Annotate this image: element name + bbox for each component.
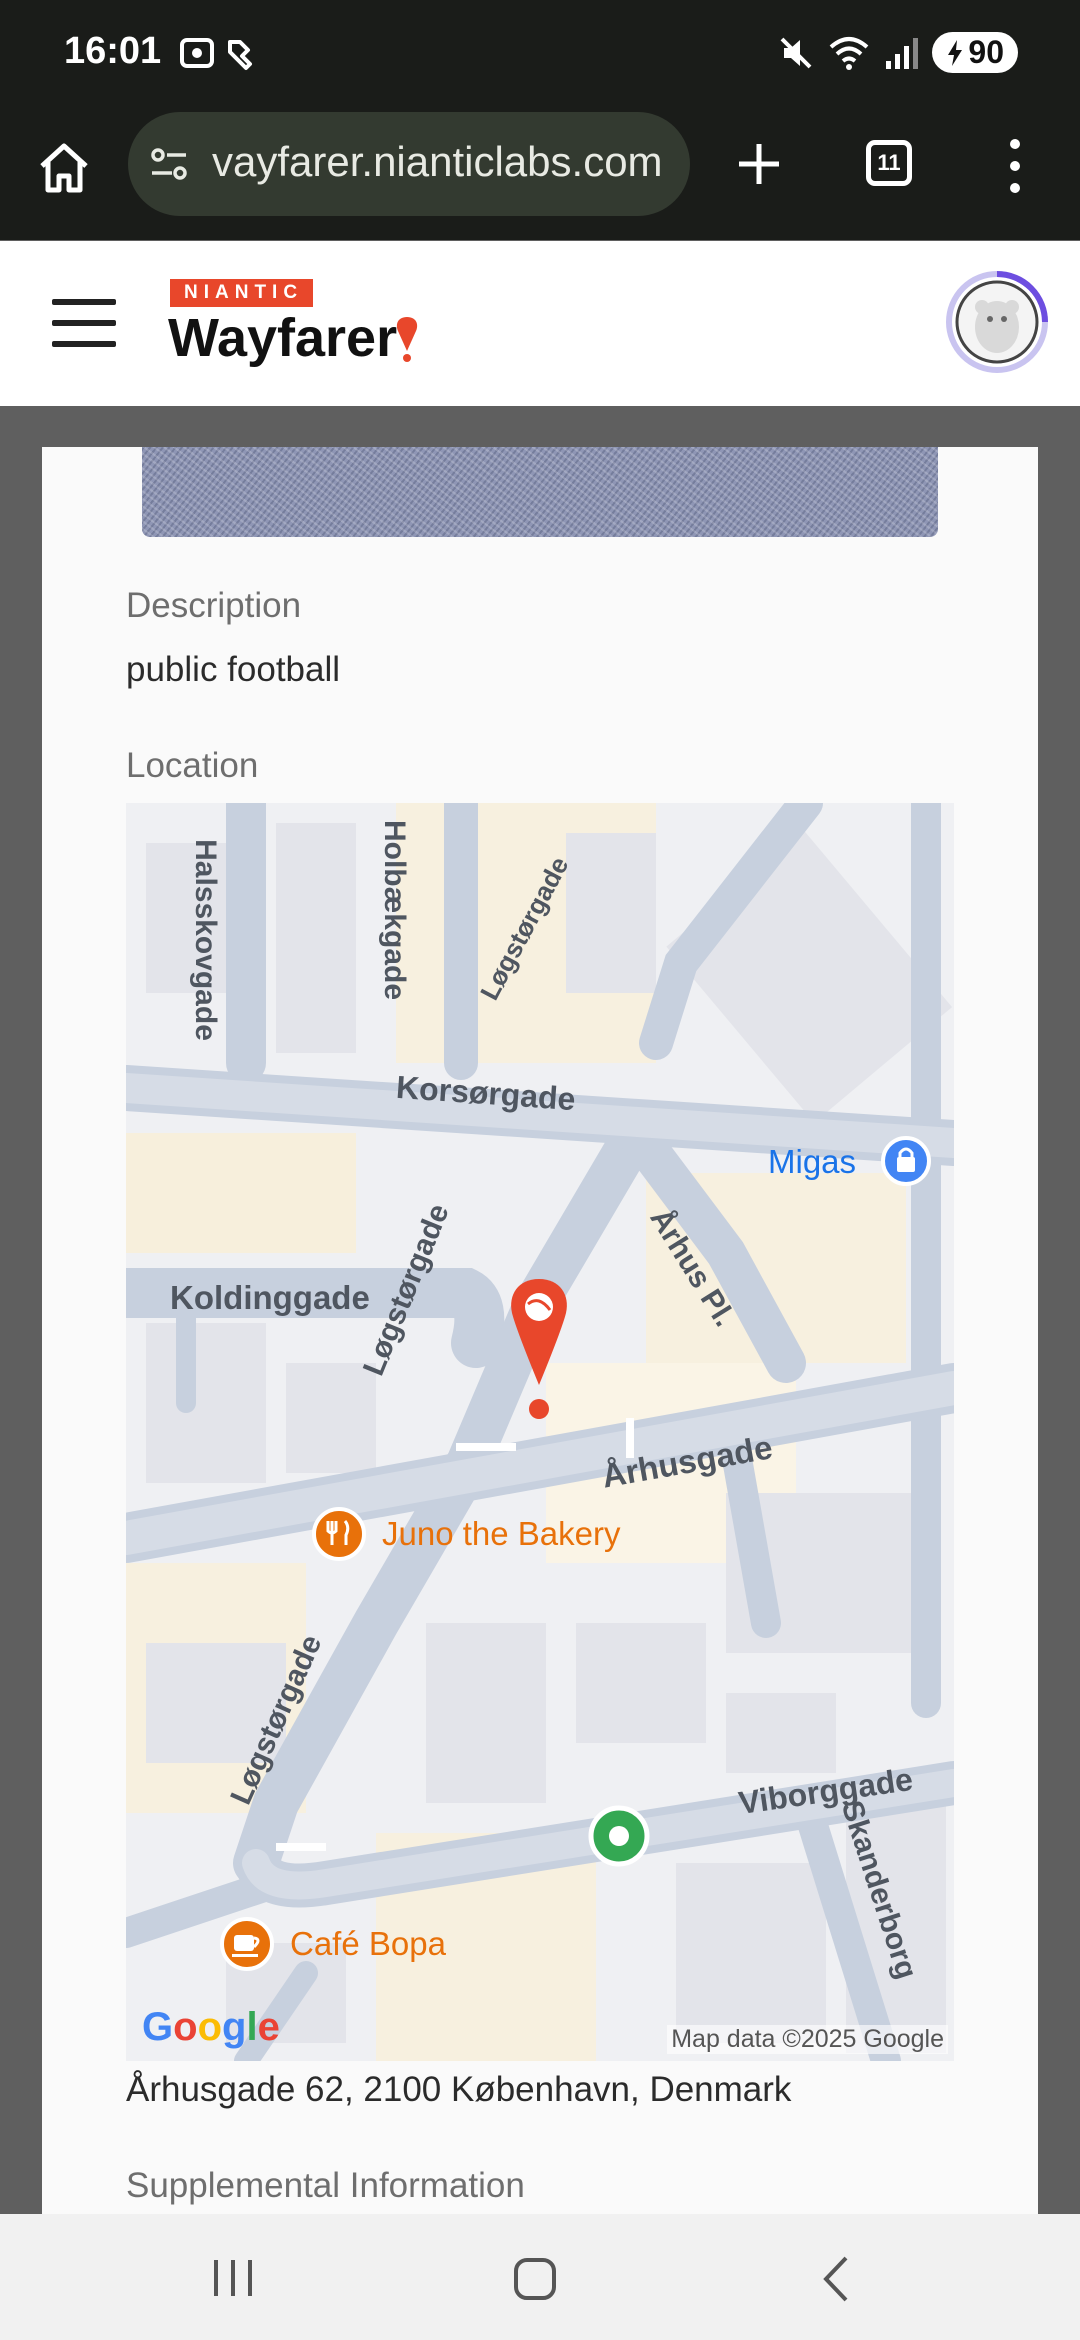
supplemental-label: Supplemental Information xyxy=(126,2166,525,2205)
back-icon[interactable] xyxy=(818,2254,854,2304)
mute-icon xyxy=(780,37,812,68)
street-label-koldinggade: Koldinggade xyxy=(170,1279,370,1316)
avatar-icon[interactable] xyxy=(944,269,1050,375)
status-bar: 16:01 90 xyxy=(0,0,1080,110)
browser-toolbar: vayfarer.nianticlabs.com 11 xyxy=(0,110,1080,351)
wifi-icon xyxy=(830,36,869,70)
site-settings-icon[interactable] xyxy=(148,142,192,186)
battery-charging-icon xyxy=(948,39,963,66)
tabs-button[interactable]: 11 xyxy=(866,140,912,186)
battery-level: 90 xyxy=(968,34,1004,70)
address-text: Århusgade 62, 2100 København, Denmark xyxy=(126,2070,792,2109)
street-label-halsskovgade: Halsskovgade xyxy=(188,839,222,1041)
home-nav-icon[interactable] xyxy=(512,2256,558,2302)
screenshot-icon xyxy=(180,38,252,70)
description-label: Description xyxy=(126,586,302,625)
map-canvas xyxy=(126,803,954,2061)
home-icon[interactable] xyxy=(34,138,94,198)
recents-icon[interactable] xyxy=(210,2256,256,2300)
battery-indicator: 90 xyxy=(932,32,1018,73)
system-nav-bar xyxy=(0,2214,1080,2340)
location-label: Location xyxy=(126,746,259,785)
cafe-icon[interactable] xyxy=(218,1915,276,1973)
site-header: NIANTIC Wayfarer xyxy=(0,241,1080,406)
restaurant-icon[interactable] xyxy=(310,1505,368,1563)
brand-badge: NIANTIC xyxy=(170,279,314,307)
description-value: public football xyxy=(126,650,341,689)
signal-icon xyxy=(886,37,919,69)
shopping-bag-icon[interactable] xyxy=(880,1135,932,1187)
tab-count: 11 xyxy=(877,150,901,175)
more-menu-icon[interactable] xyxy=(1000,134,1030,198)
menu-icon[interactable] xyxy=(52,299,116,347)
brand-name[interactable]: Wayfarer xyxy=(168,307,397,369)
status-time: 16:01 xyxy=(64,30,162,72)
url-text: vayfarer.nianticlabs.com xyxy=(212,138,663,185)
status-right: 90 xyxy=(778,32,1018,73)
street-label-holbaekgade: Holbækgade xyxy=(378,819,412,1001)
url-bar[interactable]: vayfarer.nianticlabs.com xyxy=(128,112,690,216)
poi-label-migas[interactable]: Migas xyxy=(768,1143,856,1181)
map-marker-icon[interactable] xyxy=(506,1277,572,1427)
map-attribution[interactable]: Map data ©2025 Google xyxy=(667,2025,948,2054)
wayfarer-pin-icon xyxy=(396,317,418,362)
submission-photo[interactable] xyxy=(142,447,938,537)
status-left-icons xyxy=(178,34,268,79)
poi-label-cafe-bopa[interactable]: Café Bopa xyxy=(290,1925,446,1963)
poi-label-juno[interactable]: Juno the Bakery xyxy=(382,1515,620,1553)
poi-green-icon[interactable] xyxy=(586,1803,652,1869)
location-map[interactable]: Halsskovgade Holbækgade Løgstørgade Kors… xyxy=(126,803,954,2061)
google-logo: Google xyxy=(142,2005,280,2049)
new-tab-icon[interactable] xyxy=(734,134,784,194)
